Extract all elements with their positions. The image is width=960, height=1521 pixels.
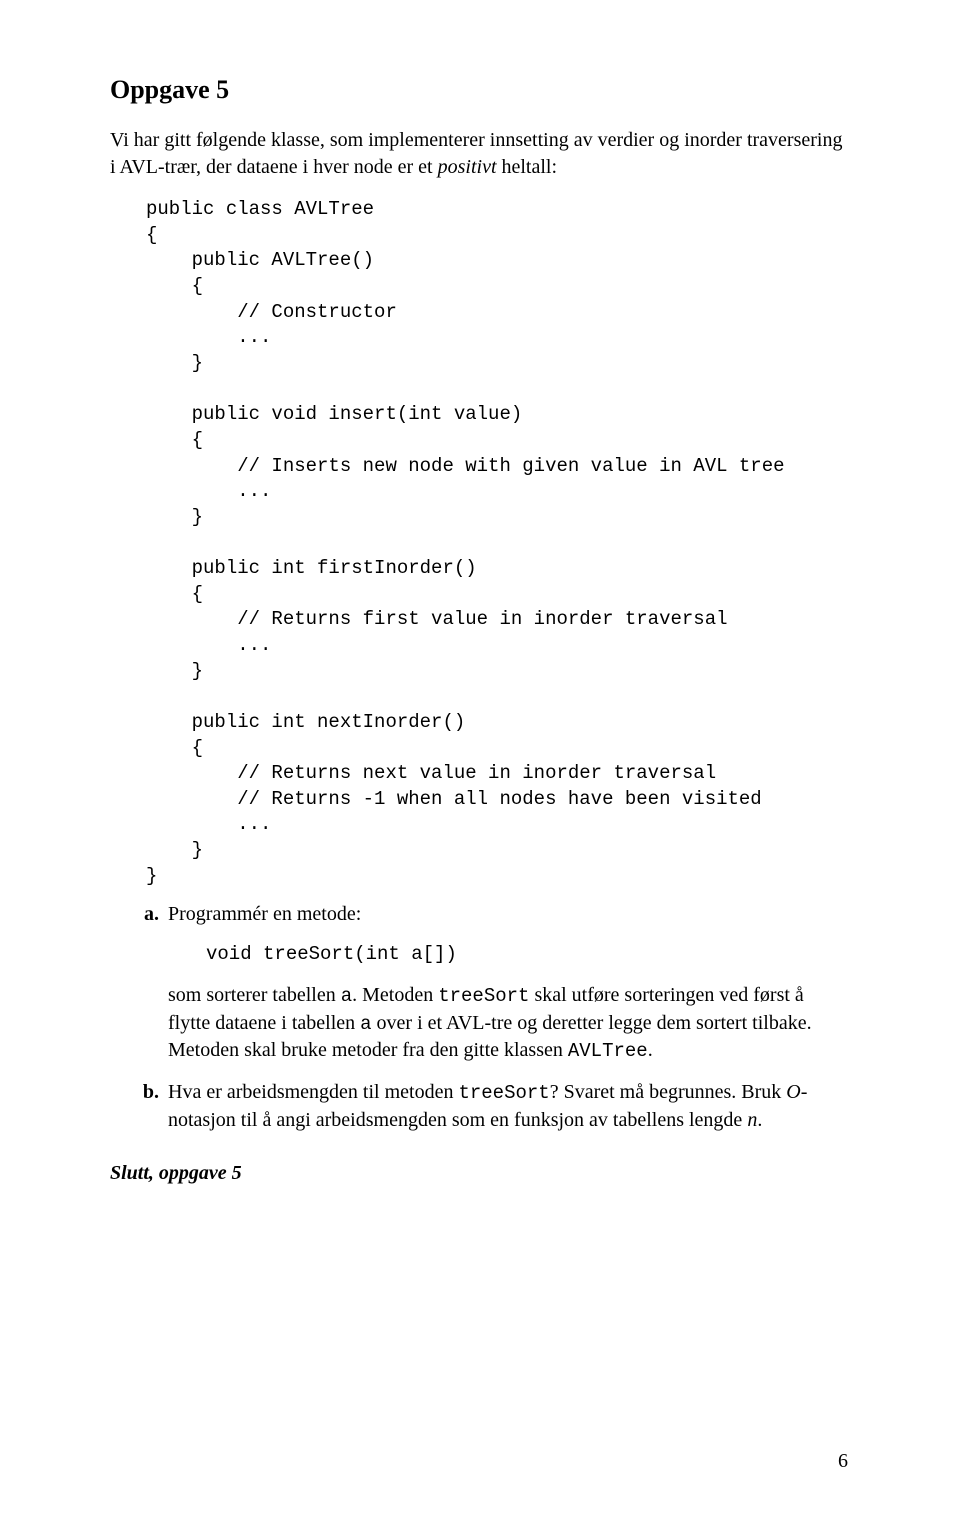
a-lead: Programmér en metode: — [168, 903, 361, 925]
code-line: } — [146, 352, 203, 374]
code-line: // Returns next value in inorder travers… — [146, 762, 716, 784]
intro-paragraph: Vi har gitt følgende klasse, som impleme… — [110, 127, 850, 181]
task-title: Oppgave 5 — [110, 72, 850, 107]
code-line: public int firstInorder() — [146, 557, 477, 579]
a-code: a — [341, 985, 352, 1007]
code-line: } — [146, 506, 203, 528]
page-number: 6 — [838, 1448, 848, 1475]
intro-text-post: heltall: — [497, 156, 558, 178]
b-italic: n — [747, 1109, 757, 1131]
code-line: { — [146, 224, 157, 246]
a-text: . — [648, 1039, 653, 1061]
question-list: Programmér en metode: void treeSort(int … — [110, 901, 850, 1133]
code-line: } — [146, 839, 203, 861]
code-line: // Inserts new node with given value in … — [146, 455, 785, 477]
a-code: AVLTree — [568, 1040, 648, 1062]
intro-italic: positivt — [438, 156, 497, 178]
end-marker: Slutt, oppgave 5 — [110, 1160, 850, 1187]
code-line: } — [146, 660, 203, 682]
code-block: public class AVLTree { public AVLTree() … — [146, 197, 850, 889]
code-line: { — [146, 429, 203, 451]
b-text: . — [757, 1109, 762, 1131]
code-line: public void insert(int value) — [146, 403, 522, 425]
code-line: // Returns first value in inorder traver… — [146, 608, 728, 630]
code-line: // Returns -1 when all nodes have been v… — [146, 788, 762, 810]
code-line: ... — [146, 813, 271, 835]
code-line: public class AVLTree — [146, 198, 374, 220]
code-line: ... — [146, 634, 271, 656]
question-b: Hva er arbeidsmengden til metoden treeSo… — [164, 1079, 850, 1134]
b-italic: O — [786, 1081, 800, 1103]
a-signature: void treeSort(int a[]) — [206, 942, 850, 968]
code-line: } — [146, 865, 157, 887]
b-text: Hva er arbeidsmengden til metoden — [168, 1081, 458, 1103]
a-code: treeSort — [438, 985, 529, 1007]
code-line: { — [146, 275, 203, 297]
code-line: // Constructor — [146, 301, 397, 323]
code-line: ... — [146, 480, 271, 502]
code-line: { — [146, 583, 203, 605]
b-code: treeSort — [458, 1082, 549, 1104]
a-text: . Metoden — [352, 984, 438, 1006]
b-text: ? Svaret må begrunnes. Bruk — [550, 1081, 787, 1103]
question-a: Programmér en metode: void treeSort(int … — [164, 901, 850, 1065]
a-code: a — [360, 1013, 371, 1035]
code-line: { — [146, 737, 203, 759]
code-line: ... — [146, 326, 271, 348]
code-line: public int nextInorder() — [146, 711, 465, 733]
page: Oppgave 5 Vi har gitt følgende klasse, s… — [0, 0, 960, 1521]
code-line: public AVLTree() — [146, 249, 374, 271]
a-text: som sorterer tabellen — [168, 984, 341, 1006]
